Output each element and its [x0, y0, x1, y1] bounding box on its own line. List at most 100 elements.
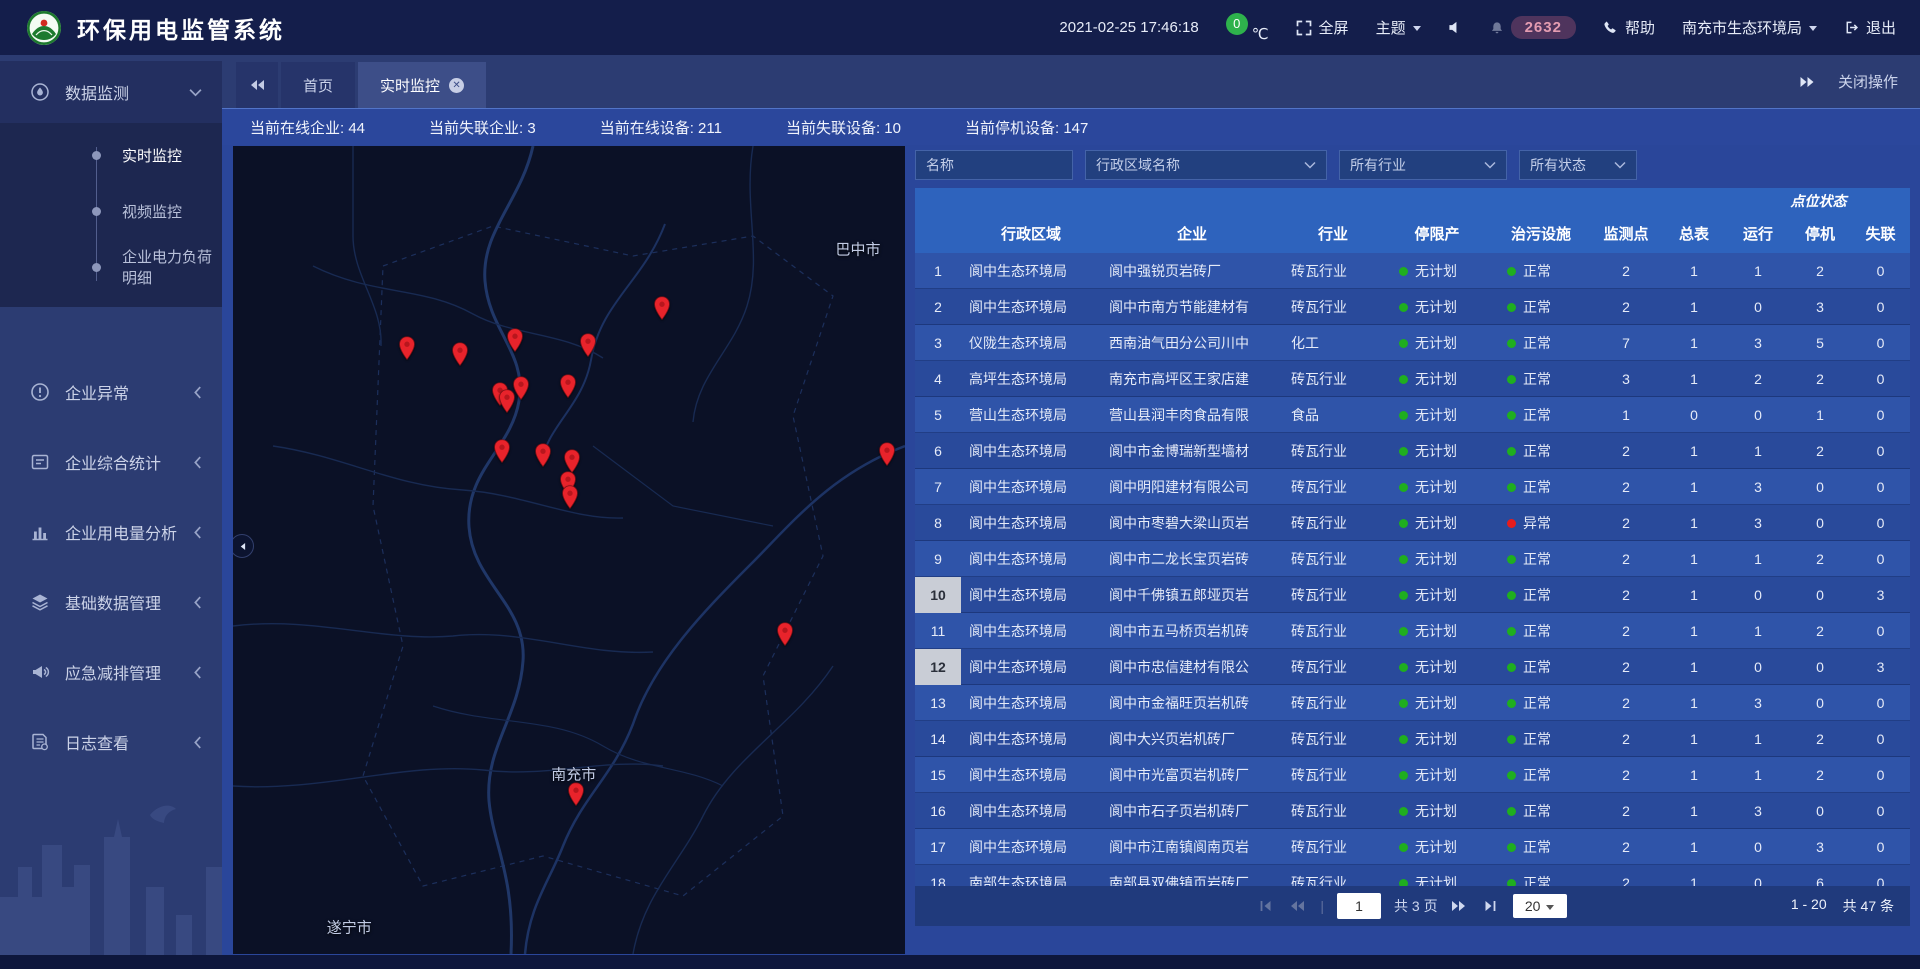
map-pin-icon[interactable]: [534, 443, 553, 468]
filter-bar: 行政区域名称 所有行业 所有状态: [915, 150, 1910, 180]
audio-button[interactable]: [1448, 20, 1463, 35]
cell-region: 阆中生态环境局: [961, 837, 1101, 857]
cell-region: 阆中生态环境局: [961, 657, 1101, 677]
prev-page-button[interactable]: [1289, 898, 1307, 914]
table-row[interactable]: 8阆中生态环境局阆中市枣碧大梁山页岩砖瓦行业无计划异常21300: [915, 505, 1910, 541]
cell-company: 阆中市五马桥页岩机砖: [1101, 621, 1283, 641]
sidebar-subitem[interactable]: 企业电力负荷明细: [0, 239, 222, 295]
map-pin-icon[interactable]: [653, 296, 672, 321]
cell-run: 3: [1727, 479, 1789, 495]
cell-meters: 1: [1661, 479, 1727, 495]
map-pin-icon[interactable]: [398, 336, 417, 361]
cell-points: 2: [1591, 299, 1661, 315]
help-button[interactable]: 帮助: [1603, 17, 1655, 38]
table-row[interactable]: 5营山生态环境局营山县润丰肉食品有限食品无计划正常10010: [915, 397, 1910, 433]
next-page-button[interactable]: [1451, 898, 1469, 914]
map-pin-icon[interactable]: [558, 374, 577, 399]
page-number-input[interactable]: [1337, 893, 1381, 919]
status-dot-icon: [1399, 771, 1408, 780]
cell-company: 阆中市金博瑞新型墙材: [1101, 441, 1283, 461]
sidebar-item-data-monitoring[interactable]: 数据监测: [0, 61, 222, 123]
cell-company: 阆中市江南镇阆南页岩: [1101, 837, 1283, 857]
status-dot-icon: [1399, 555, 1408, 564]
industry-filter-value: 所有行业: [1350, 155, 1406, 175]
sidebar-item-log-view[interactable]: 日志查看: [0, 707, 222, 777]
last-page-button[interactable]: [1482, 898, 1500, 914]
notification-area[interactable]: 2632: [1490, 16, 1576, 39]
table-row[interactable]: 16阆中生态环境局阆中市石子页岩机砖厂砖瓦行业无计划正常21300: [915, 793, 1910, 829]
table-row[interactable]: 13阆中生态环境局阆中市金福旺页岩机砖砖瓦行业无计划正常21300: [915, 685, 1910, 721]
tab-首页[interactable]: 首页: [281, 62, 355, 108]
table-row[interactable]: 4高坪生态环境局南充市高坪区王家店建砖瓦行业无计划正常31220: [915, 361, 1910, 397]
sidebar-item-enterprise-statistics[interactable]: 企业综合统计: [0, 427, 222, 497]
status-filter-select[interactable]: 所有状态: [1519, 150, 1637, 180]
status-dot-icon: [1399, 591, 1408, 600]
cell-points: 2: [1591, 515, 1661, 531]
logout-button[interactable]: 退出: [1844, 17, 1896, 38]
status-dot-icon: [1507, 339, 1516, 348]
sidebar-item-label: 企业用电量分析: [65, 520, 177, 544]
sidebar-item-power-analysis[interactable]: 企业用电量分析: [0, 497, 222, 567]
map-pin-icon[interactable]: [567, 782, 586, 807]
table-row[interactable]: 15阆中生态环境局阆中市光富页岩机砖厂砖瓦行业无计划正常21120: [915, 757, 1910, 793]
map-pin-icon[interactable]: [493, 439, 512, 464]
sidebar-item-label: 基础数据管理: [65, 590, 161, 614]
name-filter-input[interactable]: [915, 150, 1073, 180]
total-pages-label: 共 3 页: [1394, 896, 1438, 916]
table-row[interactable]: 1阆中生态环境局阆中强锐页岩砖厂砖瓦行业无计划正常21120: [915, 253, 1910, 289]
sidebar-item-enterprise-abnormal[interactable]: 企业异常: [0, 357, 222, 427]
table-row[interactable]: 9阆中生态环境局阆中市二龙长宝页岩砖砖瓦行业无计划正常21120: [915, 541, 1910, 577]
cell-limit-status: 无计划: [1383, 729, 1491, 749]
cell-stop: 0: [1789, 695, 1851, 711]
map-pin-icon[interactable]: [512, 376, 531, 401]
table-row[interactable]: 14阆中生态环境局阆中大兴页岩机砖厂砖瓦行业无计划正常21120: [915, 721, 1910, 757]
status-dot-icon: [1507, 627, 1516, 636]
tab-实时监控[interactable]: 实时监控✕: [358, 62, 486, 108]
map-pin-icon[interactable]: [561, 485, 580, 510]
map-pin-icon[interactable]: [506, 328, 525, 353]
cell-row-number: 12: [915, 649, 961, 685]
cell-points: 1: [1591, 407, 1661, 423]
col-header-run: 运行: [1727, 214, 1789, 253]
table-row[interactable]: 6阆中生态环境局阆中市金博瑞新型墙材砖瓦行业无计划正常21120: [915, 433, 1910, 469]
table-row[interactable]: 2阆中生态环境局阆中市南方节能建材有砖瓦行业无计划正常21030: [915, 289, 1910, 325]
fullscreen-button[interactable]: 全屏: [1296, 17, 1349, 38]
sidebar-item-emergency-reduction[interactable]: 应急减排管理: [0, 637, 222, 707]
cell-stop: 2: [1789, 731, 1851, 747]
table-row[interactable]: 18南部生态环境局南部县双佛镇页岩砖厂砖瓦行业无计划正常21060: [915, 865, 1910, 886]
cell-facility-status: 正常: [1491, 765, 1591, 785]
sidebar-item-base-data[interactable]: 基础数据管理: [0, 567, 222, 637]
cell-industry: 砖瓦行业: [1283, 549, 1383, 569]
map-panel[interactable]: 巴中市 南充市 遂宁市: [233, 146, 905, 954]
table-row[interactable]: 7阆中生态环境局阆中明阳建材有限公司砖瓦行业无计划正常21300: [915, 469, 1910, 505]
tab-scroll-right-button[interactable]: [1799, 75, 1816, 89]
table-row[interactable]: 10阆中生态环境局阆中千佛镇五郎垭页岩砖瓦行业无计划正常21003: [915, 577, 1910, 613]
table-row[interactable]: 3仪陇生态环境局西南油气田分公司川中化工无计划正常71350: [915, 325, 1910, 361]
close-operations-button[interactable]: 关闭操作: [1838, 71, 1898, 92]
cell-region: 仪陇生态环境局: [961, 333, 1101, 353]
cell-lost: 0: [1851, 731, 1910, 747]
map-pin-icon[interactable]: [451, 342, 470, 367]
status-dot-icon: [1507, 411, 1516, 420]
tab-scroll-left-button[interactable]: [236, 62, 278, 108]
table-row[interactable]: 17阆中生态环境局阆中市江南镇阆南页岩砖瓦行业无计划正常21030: [915, 829, 1910, 865]
map-pin-icon[interactable]: [579, 333, 598, 358]
table-row[interactable]: 12阆中生态环境局阆中市忠信建材有限公砖瓦行业无计划正常21003: [915, 649, 1910, 685]
close-icon[interactable]: ✕: [449, 78, 464, 93]
industry-filter-select[interactable]: 所有行业: [1339, 150, 1507, 180]
theme-dropdown[interactable]: 主题: [1376, 17, 1421, 38]
sidebar-subitem[interactable]: 实时监控: [0, 127, 222, 183]
cell-stop: 3: [1789, 839, 1851, 855]
table-row[interactable]: 11阆中生态环境局阆中市五马桥页岩机砖砖瓦行业无计划正常21120: [915, 613, 1910, 649]
status-dot-icon: [1399, 519, 1408, 528]
cell-stop: 0: [1789, 515, 1851, 531]
cell-row-number: 17: [915, 829, 961, 865]
region-filter-select[interactable]: 行政区域名称: [1085, 150, 1327, 180]
first-page-button[interactable]: [1258, 898, 1276, 914]
map-pin-icon[interactable]: [877, 442, 896, 467]
map-pin-icon[interactable]: [775, 622, 794, 647]
sidebar-subitem[interactable]: 视频监控: [0, 183, 222, 239]
org-dropdown[interactable]: 南充市生态环境局: [1682, 17, 1817, 38]
page-size-select[interactable]: 20: [1513, 894, 1567, 918]
status-dot-icon: [1507, 447, 1516, 456]
